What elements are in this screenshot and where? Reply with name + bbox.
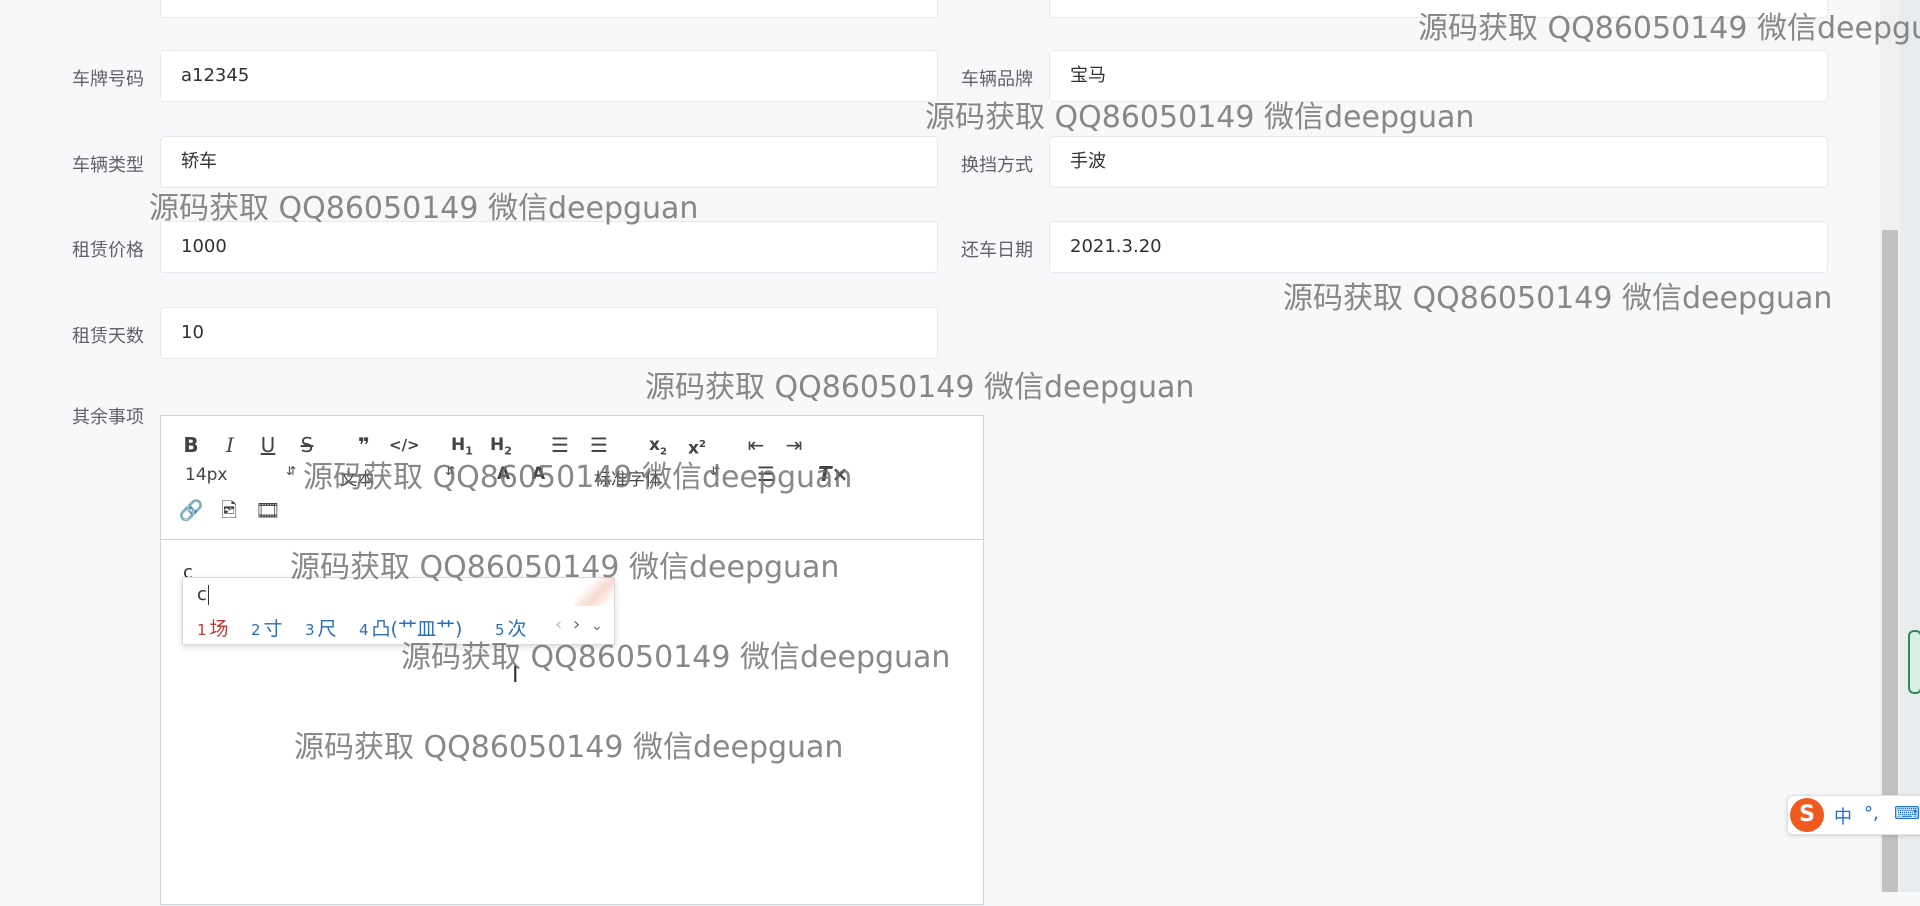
gear-label: 换挡方式 (961, 155, 1033, 176)
side-strip (1900, 0, 1920, 892)
line-height-chevron-icon: ⇵ (710, 464, 721, 478)
return-date-input[interactable]: 2021.3.20 (1049, 221, 1828, 273)
font-text-chevron-icon: ⇵ (445, 464, 456, 478)
video-icon[interactable]: 🎞 (253, 495, 283, 525)
ime-composition: c (197, 584, 209, 605)
underline-icon[interactable]: U (253, 430, 283, 460)
price-input[interactable]: 1000 (160, 221, 938, 273)
ordered-list-icon[interactable]: ☰ (545, 430, 575, 460)
ime-punct-toggle[interactable]: °, (1864, 803, 1879, 824)
brand-label: 车辆品牌 (961, 69, 1033, 90)
ime-candidate-4[interactable]: 4 凸(艹皿艹) (359, 614, 462, 641)
text-cursor-icon: I (512, 663, 519, 688)
ime-lang-toggle[interactable]: 中 (1834, 803, 1852, 829)
gear-input[interactable]: 手波 (1049, 136, 1828, 188)
sogou-logo-icon[interactable]: S (1790, 798, 1824, 832)
ime-status-bar[interactable]: S 中 °, ⌨ (1787, 795, 1920, 835)
ime-candidate-1[interactable]: 1场 (197, 614, 229, 641)
top-left-input[interactable] (160, 0, 938, 18)
font-text-select[interactable]: 文本 (340, 465, 374, 490)
ime-expand-icon[interactable]: ⌄ (591, 618, 603, 634)
type-label: 车辆类型 (72, 155, 144, 176)
bullet-list-icon[interactable]: ☰ (584, 430, 614, 460)
superscript-icon[interactable]: x2 (682, 430, 712, 460)
ime-candidate-popup: c 1场 2寸 3尺 4 凸(艹皿艹) 5次 ‹ › ⌄ (182, 577, 615, 645)
quote-icon[interactable]: ❞ (349, 430, 379, 460)
align-icon[interactable]: ☰ (757, 462, 775, 486)
line-height-select[interactable]: 标准字体 (594, 465, 662, 490)
top-right-input[interactable] (1049, 0, 1828, 18)
notes-label: 其余事项 (72, 407, 144, 428)
return-date-label: 还车日期 (961, 240, 1033, 261)
editor-toolbar: B I U S ❞ </> H1 H2 ☰ ☰ x2 x2 ⇤ ⇥ 14px ⇵… (161, 416, 983, 540)
ime-decoration (574, 578, 614, 606)
image-icon[interactable]: 🖻 (214, 495, 244, 525)
ime-next-icon[interactable]: › (573, 614, 580, 635)
plate-label: 车牌号码 (72, 69, 144, 90)
clear-format-icon[interactable]: T× (818, 462, 848, 486)
italic-icon[interactable]: I (215, 430, 245, 460)
outdent-icon[interactable]: ⇤ (741, 430, 771, 460)
ime-candidate-2[interactable]: 2寸 (251, 614, 283, 641)
font-size-chevron-icon: ⇵ (286, 464, 297, 478)
ime-candidate-3[interactable]: 3尺 (305, 614, 337, 641)
strikethrough-icon[interactable]: S (292, 430, 322, 460)
days-input[interactable]: 10 (160, 307, 938, 359)
subscript-icon[interactable]: x2 (643, 430, 673, 460)
bold-icon[interactable]: B (176, 430, 206, 460)
price-label: 租赁价格 (72, 240, 144, 261)
font-color-icon[interactable]: A (497, 464, 510, 484)
plate-input[interactable]: a12345 (160, 50, 938, 102)
heading1-icon[interactable]: H1 (447, 430, 477, 460)
page-scrollbar-thumb[interactable] (1882, 230, 1898, 892)
rich-text-editor: B I U S ❞ </> H1 H2 ☰ ☰ x2 x2 ⇤ ⇥ 14px ⇵… (160, 415, 984, 905)
code-icon[interactable]: </> (389, 430, 420, 460)
background-color-icon[interactable]: A (532, 464, 545, 484)
days-label: 租赁天数 (72, 326, 144, 347)
type-input[interactable]: 轿车 (160, 136, 938, 188)
font-size-select[interactable]: 14px (185, 465, 227, 485)
keyboard-icon[interactable]: ⌨ (1894, 803, 1920, 824)
ime-candidate-5[interactable]: 5次 (495, 614, 527, 641)
watermark-text: 源码获取 QQ86050149 微信deepguan (645, 370, 1195, 405)
brand-input[interactable]: 宝马 (1049, 50, 1828, 102)
heading2-icon[interactable]: H2 (486, 430, 516, 460)
ime-prev-icon[interactable]: ‹ (555, 614, 562, 635)
watermark-text: 源码获取 QQ86050149 微信deepguan (1283, 281, 1833, 316)
side-strip-handle[interactable] (1908, 630, 1920, 694)
indent-icon[interactable]: ⇥ (779, 430, 809, 460)
link-icon[interactable]: 🔗 (176, 495, 206, 525)
